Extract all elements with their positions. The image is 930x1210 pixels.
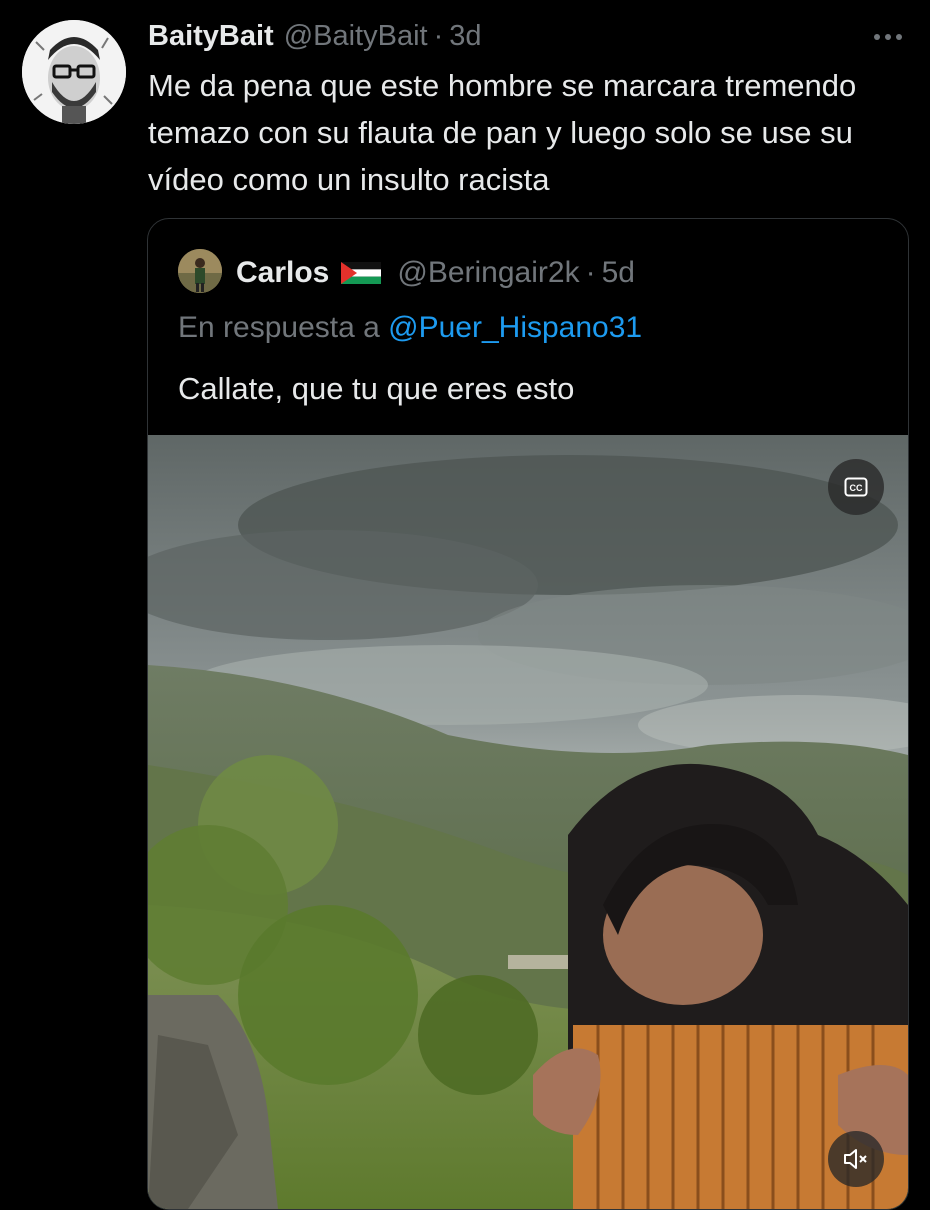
quoted-display-name[interactable]: Carlos	[236, 256, 329, 290]
quoted-tweet[interactable]: Carlos @Beringair2k · 5d En respuesta a …	[147, 218, 909, 1210]
quoted-tweet-header: Carlos @Beringair2k · 5d	[236, 251, 635, 295]
quoted-tweet-text: Callate, que tu que eres esto	[178, 371, 575, 406]
avatar[interactable]	[22, 20, 126, 124]
reply-context: En respuesta a @Puer_Hispano31	[178, 311, 642, 345]
handle[interactable]: @BaityBait	[284, 20, 428, 53]
timestamp[interactable]: 3d	[449, 20, 481, 53]
volume-muted-icon[interactable]	[828, 1131, 884, 1187]
quoted-separator-dot: ·	[585, 256, 596, 289]
reply-prefix: En respuesta a	[178, 311, 380, 344]
display-name[interactable]: BaityBait	[148, 20, 274, 53]
svg-text:CC: CC	[850, 483, 863, 493]
quoted-handle[interactable]: @Beringair2k	[397, 256, 579, 290]
closed-captions-icon[interactable]: CC	[828, 459, 884, 515]
more-horizontal-icon[interactable]	[868, 22, 908, 52]
palestine-flag-icon	[341, 262, 382, 284]
video-frame	[148, 435, 908, 1209]
quoted-timestamp[interactable]: 5d	[602, 256, 635, 290]
video-player[interactable]: CC	[148, 435, 908, 1209]
reply-mention-link[interactable]: @Puer_Hispano31	[388, 311, 642, 344]
tweet-header: BaityBait @BaityBait · 3d	[148, 14, 482, 58]
quoted-avatar[interactable]	[178, 249, 222, 293]
tweet: BaityBait @BaityBait · 3d Me da pena que…	[0, 0, 930, 1210]
tweet-text: Me da pena que este hombre se marcara tr…	[148, 68, 857, 197]
avatar-portrait	[22, 20, 126, 124]
separator-dot: ·	[433, 19, 444, 52]
